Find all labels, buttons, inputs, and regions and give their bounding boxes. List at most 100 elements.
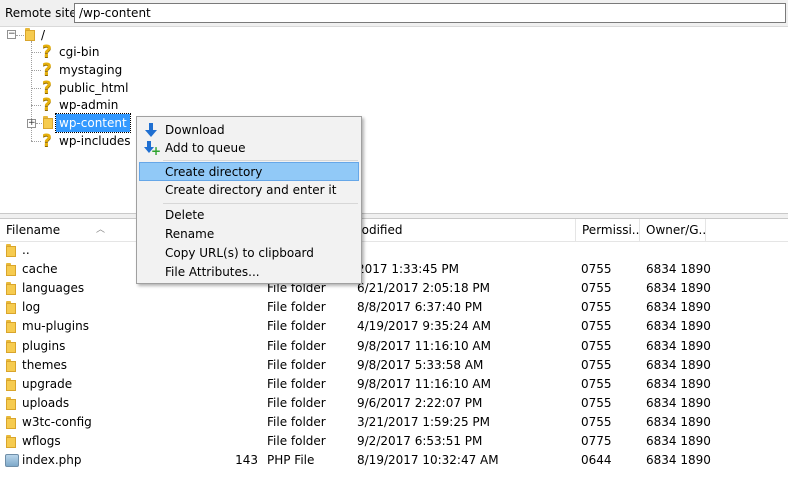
file-owner: 6834 1890 bbox=[646, 300, 711, 315]
file-name: mu-plugins bbox=[22, 319, 89, 334]
download-icon bbox=[145, 123, 157, 138]
file-permissions: 0755 bbox=[581, 319, 612, 334]
collapse-root-icon[interactable]: − bbox=[7, 30, 16, 39]
column-owner-group[interactable]: Owner/G... bbox=[640, 219, 706, 241]
menu-separator bbox=[163, 203, 358, 204]
file-owner: 6834 1890 bbox=[646, 453, 711, 468]
menu-item-download[interactable]: Download bbox=[139, 121, 359, 140]
menu-item-label: Copy URL(s) to clipboard bbox=[165, 246, 314, 260]
folder-icon bbox=[25, 28, 37, 41]
file-modified: 9/8/2017 11:16:10 AM bbox=[357, 338, 491, 353]
file-name: wflogs bbox=[22, 434, 61, 448]
sort-ascending-icon: ︿ bbox=[96, 225, 106, 235]
folder-icon bbox=[6, 320, 18, 334]
file-permissions: 0755 bbox=[581, 357, 612, 372]
column-last-modified[interactable]: nodified bbox=[350, 219, 576, 241]
menu-item-label: Create directory bbox=[165, 165, 263, 179]
file-modified: 6/21/2017 2:05:18 PM bbox=[357, 281, 491, 296]
file-row[interactable]: languages File folder 6/21/2017 2:05:18 PM… bbox=[0, 279, 788, 298]
file-modified: 9/2/2017 6:53:51 PM bbox=[357, 434, 483, 448]
folder-icon bbox=[6, 435, 18, 448]
file-modified: 4/19/2017 9:35:24 AM bbox=[357, 319, 491, 334]
tree-line bbox=[16, 35, 24, 36]
tree-item-label: public_html bbox=[59, 81, 129, 95]
file-owner: 6834 1890 bbox=[646, 319, 711, 334]
tree-item-mystaging[interactable]: ? mystaging bbox=[0, 61, 200, 79]
file-permissions: 0755 bbox=[581, 262, 612, 277]
folder-icon bbox=[6, 244, 18, 257]
file-name: upgrade bbox=[22, 376, 73, 391]
tree-item-label: mystaging bbox=[59, 63, 123, 77]
folder-icon bbox=[6, 415, 18, 429]
file-modified: 9/6/2017 2:22:07 PM bbox=[357, 395, 483, 410]
file-row[interactable]: mu-plugins File folder 4/19/2017 9:35:24 A… bbox=[0, 317, 788, 336]
remote-directory-tree[interactable]: − / ? cgi-bin ? mystaging ? public_html … bbox=[0, 27, 788, 213]
file-name: .. bbox=[22, 243, 30, 257]
file-name: cache bbox=[22, 262, 58, 277]
menu-item-copy-url[interactable]: Copy URL(s) to clipboard bbox=[139, 244, 359, 263]
remote-site-path-input[interactable]: /wp-content bbox=[74, 3, 786, 23]
file-owner: 6834 1890 bbox=[646, 434, 711, 448]
file-name: index.php bbox=[22, 453, 82, 468]
expand-icon[interactable]: + bbox=[27, 119, 36, 128]
file-type: File folder bbox=[267, 376, 326, 391]
file-permissions: 0775 bbox=[581, 434, 612, 448]
remote-site-bar: Remote site: /wp-content bbox=[0, 0, 788, 27]
menu-item-delete[interactable]: Delete bbox=[139, 206, 359, 225]
file-row[interactable]: themes File folder 9/8/2017 5:33:58 AM 0755… bbox=[0, 356, 788, 375]
file-name: log bbox=[22, 300, 41, 315]
tree-item-public-html[interactable]: ? public_html bbox=[0, 79, 200, 97]
column-permissions[interactable]: Permissi... bbox=[576, 219, 640, 241]
file-type: PHP File bbox=[267, 453, 315, 468]
menu-item-label: File Attributes... bbox=[165, 265, 260, 279]
folder-icon bbox=[6, 396, 18, 410]
tree-item-label: wp-admin bbox=[59, 98, 119, 112]
tree-item-wp-admin[interactable]: ? wp-admin bbox=[0, 96, 200, 114]
menu-item-file-attributes[interactable]: File Attributes... bbox=[139, 263, 359, 282]
file-row[interactable]: .. bbox=[0, 241, 788, 260]
unknown-folder-icon: ? bbox=[42, 60, 52, 80]
file-permissions: 0755 bbox=[581, 300, 612, 315]
file-type: File folder bbox=[267, 338, 326, 353]
menu-item-create-directory[interactable]: Create directory bbox=[139, 162, 359, 181]
file-row[interactable]: log File folder 8/8/2017 6:37:40 PM 0755 683… bbox=[0, 298, 788, 317]
menu-item-label: Rename bbox=[165, 227, 215, 241]
file-permissions: 0755 bbox=[581, 414, 612, 429]
folder-icon bbox=[6, 358, 18, 372]
file-modified: 9/8/2017 11:16:10 AM bbox=[357, 376, 491, 391]
file-type: File folder bbox=[267, 319, 326, 334]
file-name: plugins bbox=[22, 338, 66, 353]
file-modified: 3/21/2017 1:59:25 PM bbox=[357, 414, 491, 429]
file-permissions: 0755 bbox=[581, 376, 612, 391]
folder-icon bbox=[6, 282, 18, 296]
file-name: languages bbox=[22, 281, 85, 296]
file-type: File folder bbox=[267, 434, 326, 448]
file-row[interactable]: w3tc-config File folder 3/21/2017 1:59:25 … bbox=[0, 413, 788, 432]
php-file-icon bbox=[5, 454, 19, 468]
file-row[interactable]: plugins File folder 9/8/2017 11:16:10 AM 07… bbox=[0, 337, 788, 356]
menu-separator bbox=[163, 160, 358, 161]
file-row[interactable]: cache 2017 1:33:45 PM 0755 6834 1890 bbox=[0, 260, 788, 279]
remote-file-list[interactable]: Filename ︿ nodified Permissi... Owner/G.… bbox=[0, 219, 788, 498]
file-row[interactable]: uploads File folder 9/6/2017 2:22:07 PM 075… bbox=[0, 394, 788, 413]
file-owner: 6834 1890 bbox=[646, 338, 711, 353]
menu-item-rename[interactable]: Rename bbox=[139, 225, 359, 244]
file-type: File folder bbox=[267, 357, 326, 372]
unknown-folder-icon: ? bbox=[42, 78, 52, 98]
file-row[interactable]: index.php 143 PHP File 8/19/2017 10:32:47 A… bbox=[0, 451, 788, 470]
file-type: File folder bbox=[267, 395, 326, 410]
tree-item-cgi-bin[interactable]: ? cgi-bin bbox=[0, 43, 200, 61]
file-modified: 8/19/2017 10:32:47 AM bbox=[357, 453, 499, 468]
menu-item-add-to-queue[interactable]: + Add to queue bbox=[139, 139, 359, 158]
file-owner: 6834 1890 bbox=[646, 414, 711, 429]
file-row[interactable]: wflogs File folder 9/2/2017 6:53:51 PM 0775… bbox=[0, 432, 788, 451]
folder-icon bbox=[6, 263, 18, 277]
menu-item-create-directory-enter[interactable]: Create directory and enter it bbox=[139, 181, 359, 200]
menu-item-label: Download bbox=[165, 123, 225, 137]
tree-item-label: cgi-bin bbox=[59, 45, 100, 59]
file-permissions: 0755 bbox=[581, 281, 612, 296]
file-row[interactable]: upgrade File folder 9/8/2017 11:16:10 AM 07… bbox=[0, 375, 788, 394]
file-modified: 2017 1:33:45 PM bbox=[357, 262, 460, 277]
add-to-queue-icon: + bbox=[144, 141, 161, 157]
folder-icon bbox=[6, 301, 18, 315]
